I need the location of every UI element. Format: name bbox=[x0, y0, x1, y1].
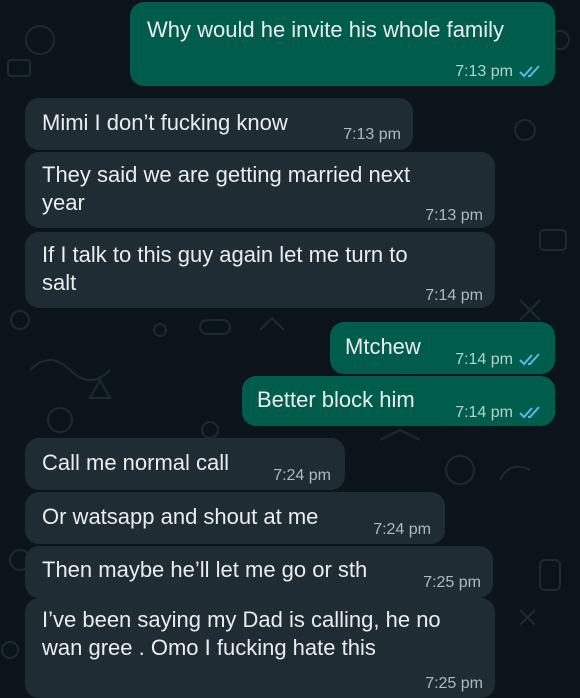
double-check-icon bbox=[519, 65, 543, 79]
message-text-line: They said we are getting married next bbox=[42, 162, 411, 187]
message-text-line: salt bbox=[42, 270, 77, 295]
message-bubble-incoming[interactable]: Call me normal call 7:24 pm bbox=[25, 438, 345, 490]
message-time: 7:24 pm bbox=[373, 521, 431, 538]
message-meta: 7:14 pm bbox=[455, 346, 543, 374]
message-text: Then maybe he’ll let me go or sth bbox=[42, 557, 368, 582]
message-text: Call me normal call bbox=[42, 450, 230, 475]
message-text-line: If I talk to this guy again let me turn … bbox=[42, 242, 408, 267]
message-text: Mtchew bbox=[345, 334, 421, 359]
message-bubble-outgoing[interactable]: Mtchew 7:14 pm bbox=[330, 322, 555, 374]
message-time: 7:14 pm bbox=[455, 351, 513, 368]
message-time: 7:14 pm bbox=[455, 404, 513, 421]
message-text: Or watsapp and shout at me bbox=[42, 504, 319, 529]
message-time: 7:14 pm bbox=[425, 287, 483, 304]
message-text: Mimi I don’t fucking know bbox=[42, 110, 288, 135]
message-time: 7:13 pm bbox=[425, 207, 483, 224]
message-bubble-incoming[interactable]: If I talk to this guy again let me turn … bbox=[25, 232, 495, 308]
message-bubble-incoming[interactable]: Mimi I don’t fucking know 7:13 pm bbox=[25, 98, 413, 150]
message-text: Better block him bbox=[257, 387, 415, 412]
double-check-icon bbox=[519, 406, 543, 420]
message-bubble-incoming[interactable]: Or watsapp and shout at me 7:24 pm bbox=[25, 492, 445, 544]
message-time: 7:25 pm bbox=[423, 574, 481, 591]
message-text: Why would he invite his whole family bbox=[147, 17, 505, 42]
message-bubble-incoming[interactable]: Then maybe he’ll let me go or sth 7:25 p… bbox=[25, 546, 493, 598]
message-time: 7:13 pm bbox=[343, 126, 401, 143]
message-bubble-outgoing[interactable]: Better block him 7:14 pm bbox=[242, 376, 555, 426]
message-time: 7:24 pm bbox=[273, 467, 331, 484]
message-time: 7:25 pm bbox=[425, 675, 483, 692]
message-bubble-incoming[interactable]: They said we are getting married next ye… bbox=[25, 152, 495, 228]
double-check-icon bbox=[519, 353, 543, 367]
message-time: 7:13 pm bbox=[455, 63, 513, 80]
message-meta: 7:13 pm bbox=[455, 58, 543, 86]
message-text-line: wan gree . Omo I fucking hate this bbox=[42, 635, 376, 660]
message-text-line: year bbox=[42, 190, 85, 215]
message-bubble-incoming[interactable]: I’ve been saying my Dad is calling, he n… bbox=[25, 598, 495, 698]
message-meta: 7:14 pm bbox=[455, 399, 543, 427]
message-text-line: I’ve been saying my Dad is calling, he n… bbox=[42, 607, 441, 632]
message-bubble-outgoing[interactable]: Why would he invite his whole family 7:1… bbox=[130, 2, 555, 86]
